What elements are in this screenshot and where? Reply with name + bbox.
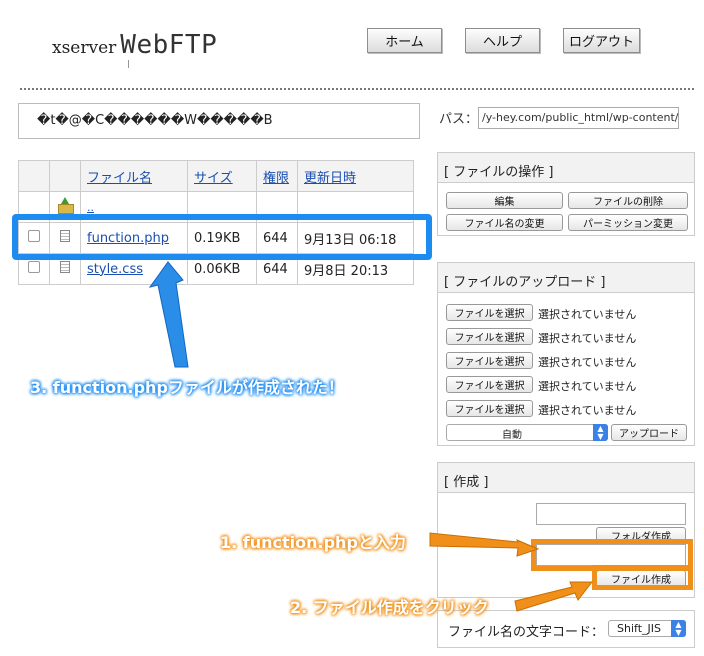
- permission-change-button[interactable]: パーミッション変更: [568, 214, 688, 231]
- logo-webftp: WebFTP: [120, 30, 218, 60]
- header-divider: [20, 88, 694, 90]
- choose-file-button[interactable]: ファイルを選択: [446, 400, 533, 417]
- no-file-selected: 選択されていません: [538, 380, 637, 393]
- create-file-button-highlight: [592, 565, 693, 590]
- header-size[interactable]: サイズ: [187, 160, 257, 192]
- encoding-label: ファイル名の文字コード：: [448, 625, 605, 640]
- path-label: パス：: [439, 112, 479, 127]
- upload-mode-value: 自動: [502, 430, 522, 441]
- step1-callout: 1. function.phpと入力: [220, 533, 406, 552]
- no-file-selected: 選択されていません: [538, 404, 637, 417]
- upload-title: [ ファイルのアップロード ]: [438, 263, 694, 293]
- logo: xserver WebFTP: [52, 30, 217, 60]
- file-ops-panel: [ ファイルの操作 ] 編集 ファイルの削除 ファイル名の変更 パーミッション変…: [437, 152, 695, 236]
- choose-file-button[interactable]: ファイルを選択: [446, 352, 533, 369]
- logo-xserver: xserver: [52, 38, 117, 58]
- edit-button[interactable]: 編集: [446, 192, 563, 209]
- step3-callout: 3. function.phpファイルが作成された！: [30, 378, 344, 397]
- select-arrows-icon: ▲ ▼: [671, 620, 686, 637]
- header-icon-col: [49, 160, 81, 192]
- parent-link-text[interactable]: ..: [87, 201, 94, 214]
- header-name[interactable]: ファイル名: [80, 160, 188, 192]
- no-file-selected: 選択されていません: [538, 332, 637, 345]
- home-button[interactable]: ホーム: [367, 28, 442, 53]
- choose-file-button[interactable]: ファイルを選択: [446, 376, 533, 393]
- path-input[interactable]: /y-hey.com/public_html/wp-content/t: [478, 107, 679, 129]
- upload-mode-select[interactable]: 自動 ▲ ▼: [446, 424, 608, 441]
- logo-mark: [128, 60, 129, 68]
- header-checkbox-col: [18, 160, 50, 192]
- upload-panel: [ ファイルのアップロード ] ファイルを選択 選択されていません ファイルを選…: [437, 262, 695, 446]
- message-box: �t�@�C������W�����B: [18, 103, 420, 139]
- rename-file-button[interactable]: ファイル名の変更: [446, 214, 563, 231]
- create-title: [ 作成 ]: [438, 463, 694, 493]
- no-file-selected: 選択されていません: [538, 356, 637, 369]
- header-perm[interactable]: 権限: [256, 160, 298, 192]
- row-checkbox[interactable]: [28, 261, 40, 273]
- select-arrows-icon: ▲ ▼: [593, 424, 608, 441]
- logout-button[interactable]: ログアウト: [563, 28, 640, 53]
- no-file-selected: 選択されていません: [538, 308, 637, 321]
- table-header-row: ファイル名 サイズ 権限 更新日時: [18, 160, 414, 192]
- delete-file-button[interactable]: ファイルの削除: [568, 192, 688, 209]
- step2-callout: 2. ファイル作成をクリック: [290, 598, 489, 617]
- help-button[interactable]: ヘルプ: [465, 28, 540, 53]
- upload-button[interactable]: アップロード: [611, 424, 687, 441]
- parent-folder-icon[interactable]: [58, 197, 74, 214]
- folder-name-input[interactable]: [536, 503, 686, 525]
- choose-file-button[interactable]: ファイルを選択: [446, 304, 533, 321]
- choose-file-button[interactable]: ファイルを選択: [446, 328, 533, 345]
- encoding-value: Shift_JIS: [617, 622, 661, 635]
- file-icon: [60, 261, 70, 273]
- file-name-link[interactable]: style.css: [87, 262, 143, 277]
- created-file-highlight: [12, 214, 432, 260]
- encoding-select[interactable]: Shift_JIS ▲ ▼: [608, 620, 686, 637]
- file-ops-title: [ ファイルの操作 ]: [438, 153, 694, 183]
- header-date[interactable]: 更新日時: [297, 160, 414, 192]
